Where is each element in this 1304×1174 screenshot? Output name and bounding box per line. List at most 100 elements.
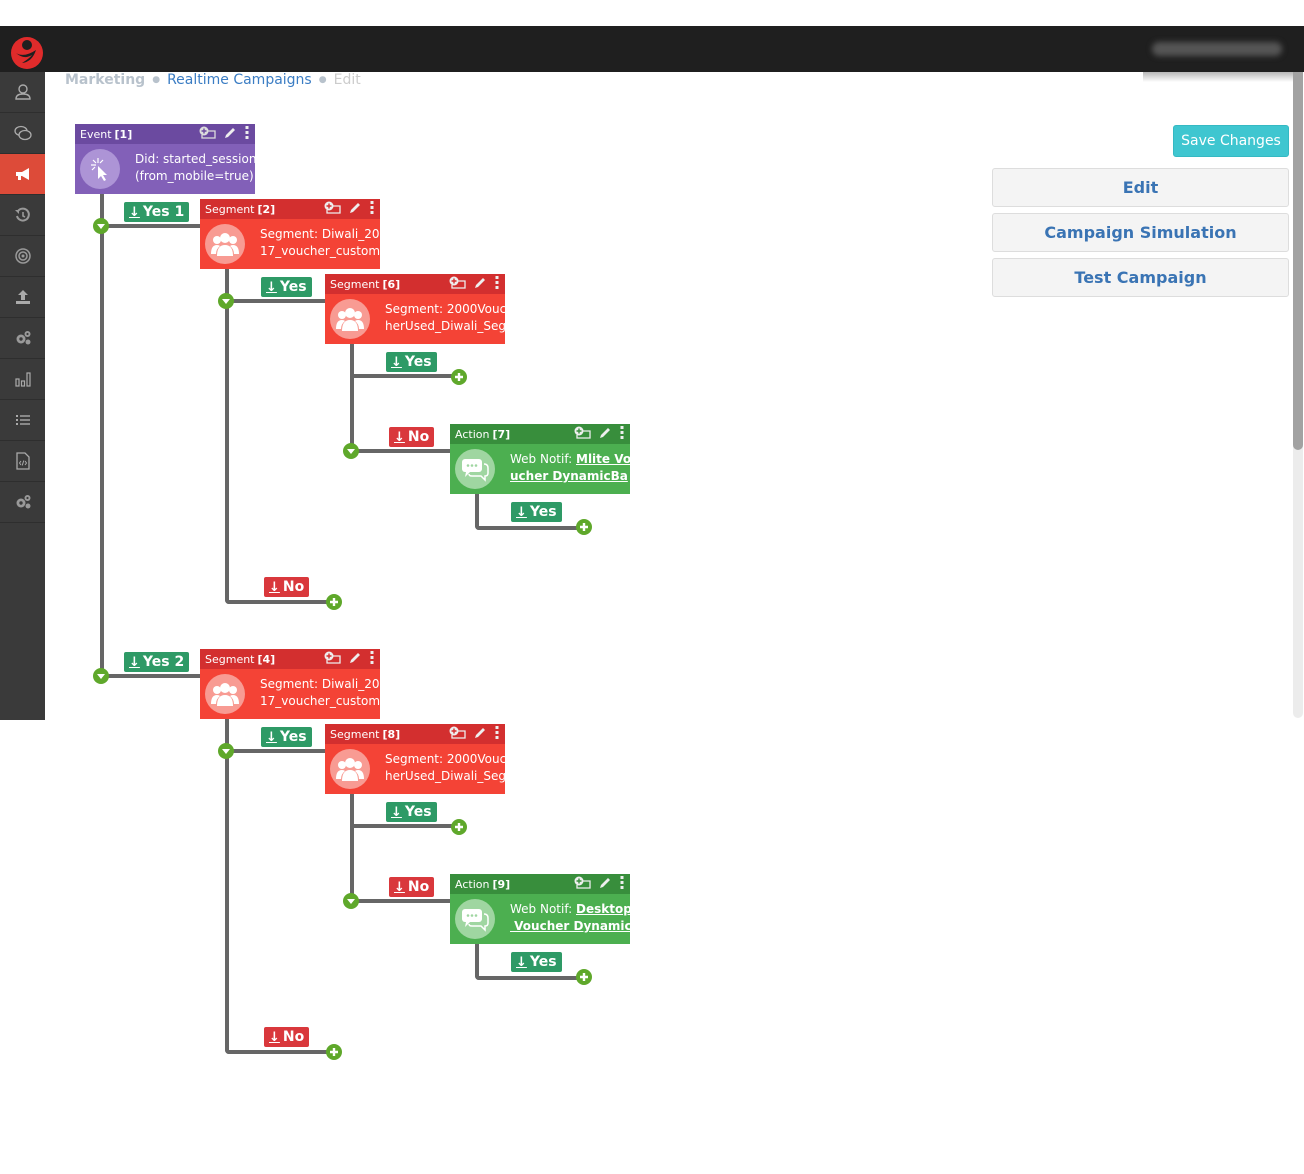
sidebar-item-chat[interactable] [0, 113, 45, 154]
pencil-icon[interactable] [599, 876, 612, 889]
notification-link[interactable]: ucher DynamicBa [510, 469, 628, 483]
add-step-button[interactable] [576, 969, 592, 985]
yes-branch-label[interactable]: ↓ Yes [511, 952, 562, 972]
notification-link[interactable]: Voucher Dynamic [510, 919, 631, 933]
top-bar: admin@sandbox [0, 26, 1304, 72]
download-arrow-icon: ↓ [391, 804, 402, 820]
action-node[interactable]: Action [9] Web Notif: Desktop Voucher Dyn… [450, 874, 632, 944]
pencil-icon[interactable] [349, 201, 362, 214]
segment-node[interactable]: Segment [2] Segment: Diwali_20 17_voucher… [200, 199, 380, 269]
brand-logo[interactable] [10, 36, 44, 70]
sidebar-item-upload[interactable] [0, 277, 45, 318]
action-node[interactable]: Action [7] Web Notif: Mlite Vo ucher Dyna… [450, 424, 631, 494]
caret-down-icon [222, 299, 230, 304]
notification-link[interactable]: Mlite Vo [576, 452, 631, 466]
add-node-icon[interactable] [574, 426, 591, 439]
add-node-icon[interactable] [199, 126, 216, 139]
sidebar-item-lists[interactable] [0, 400, 45, 441]
sidebar-item-history[interactable] [0, 195, 45, 236]
no-branch-label[interactable]: ↓ No [264, 577, 310, 597]
plus-icon [330, 598, 338, 606]
yes-branch-label[interactable]: ↓ Yes [386, 802, 437, 822]
yes-branch-label[interactable]: ↓ Yes 1 [124, 202, 190, 222]
event-node[interactable]: Event [1] Did: started_session (from_mobi… [75, 124, 257, 194]
add-step-button[interactable] [326, 1044, 342, 1060]
collapse-toggle-button[interactable] [218, 293, 234, 309]
caret-down-icon [347, 449, 355, 454]
save-changes-button[interactable]: Save Changes [1173, 125, 1289, 157]
download-arrow-icon: ↓ [266, 729, 277, 745]
sidebar-item-users[interactable] [0, 72, 45, 113]
add-node-icon[interactable] [324, 201, 341, 214]
test-campaign-button[interactable]: Test Campaign [992, 258, 1289, 297]
segment-node[interactable]: Segment [4] Segment: Diwali_20 17_voucher… [200, 649, 380, 719]
chat-bubbles-icon [455, 899, 495, 939]
collapse-toggle-button[interactable] [343, 893, 359, 909]
download-arrow-icon: ↓ [516, 954, 527, 970]
node-header: Action [9] [450, 874, 630, 894]
segment-node[interactable]: Segment [6] Segment: 2000Vouc herUsed_Diw… [325, 274, 506, 344]
more-vertical-icon[interactable] [620, 426, 624, 439]
node-description: Did: started_session (from_mobile=true) [135, 152, 257, 183]
yes-branch-label[interactable]: ↓ Yes [261, 727, 312, 747]
collapse-toggle-button[interactable] [218, 743, 234, 759]
sidebar-item-automation[interactable] [0, 318, 45, 359]
more-vertical-icon[interactable] [495, 726, 499, 739]
scrollbar-thumb[interactable] [1293, 72, 1303, 450]
node-id: [8] [382, 727, 401, 741]
segment-node[interactable]: Segment [8] Segment: 2000Vouc herUsed_Diw… [325, 724, 506, 794]
sidebar-item-code[interactable] [0, 441, 45, 482]
pencil-icon[interactable] [474, 276, 487, 289]
add-node-icon[interactable] [574, 876, 591, 889]
branch-label-text: No [407, 429, 430, 445]
yes-branch-label[interactable]: ↓ Yes [511, 502, 562, 522]
no-branch-label[interactable]: ↓ No [389, 427, 435, 447]
no-branch-label[interactable]: ↓ No [264, 1027, 310, 1047]
breadcrumb-realtime-campaigns[interactable]: Realtime Campaigns [167, 72, 312, 88]
gears-icon [16, 331, 30, 345]
download-arrow-icon: ↓ [516, 504, 527, 520]
user-menu[interactable]: admin@sandbox [1152, 42, 1282, 56]
add-step-button[interactable] [451, 369, 467, 385]
branch-label-text: Yes [404, 354, 432, 370]
branch-label-text: Yes [529, 504, 557, 520]
notification-link[interactable]: Desktop [576, 902, 632, 916]
sidebar-item-settings[interactable] [0, 482, 45, 523]
branch-label-text: Yes [404, 804, 432, 820]
pencil-icon[interactable] [474, 726, 487, 739]
more-vertical-icon[interactable] [245, 126, 249, 139]
sidebar [0, 72, 45, 720]
more-vertical-icon[interactable] [370, 201, 374, 214]
node-id: [1] [114, 127, 133, 141]
download-arrow-icon: ↓ [129, 654, 140, 670]
node-id: [7] [492, 427, 511, 441]
add-step-button[interactable] [576, 519, 592, 535]
more-vertical-icon[interactable] [370, 651, 374, 664]
more-vertical-icon[interactable] [620, 876, 624, 889]
add-step-button[interactable] [326, 594, 342, 610]
sidebar-item-analytics[interactable] [0, 359, 45, 400]
edit-button[interactable]: Edit [992, 168, 1289, 207]
pencil-icon[interactable] [224, 126, 237, 139]
sidebar-item-campaigns[interactable] [0, 154, 45, 195]
more-vertical-icon[interactable] [495, 276, 499, 289]
sidebar-item-targets[interactable] [0, 236, 45, 277]
collapse-toggle-button[interactable] [343, 443, 359, 459]
add-node-icon[interactable] [449, 726, 466, 739]
add-step-button[interactable] [451, 819, 467, 835]
pencil-icon[interactable] [599, 426, 612, 439]
breadcrumb-marketing[interactable]: Marketing [65, 72, 145, 88]
node-description: Segment: Diwali_20 17_voucher_custom [260, 227, 381, 258]
add-node-icon[interactable] [449, 276, 466, 289]
breadcrumb-current: Edit [333, 72, 361, 88]
collapse-toggle-button[interactable] [93, 668, 109, 684]
collapse-toggle-button[interactable] [93, 218, 109, 234]
pencil-icon[interactable] [349, 651, 362, 664]
campaign-simulation-button[interactable]: Campaign Simulation [992, 213, 1289, 252]
add-node-icon[interactable] [324, 651, 341, 664]
plus-icon [455, 823, 463, 831]
yes-branch-label[interactable]: ↓ Yes [386, 352, 437, 372]
yes-branch-label[interactable]: ↓ Yes 2 [124, 652, 190, 672]
no-branch-label[interactable]: ↓ No [389, 877, 435, 897]
yes-branch-label[interactable]: ↓ Yes [261, 277, 312, 297]
